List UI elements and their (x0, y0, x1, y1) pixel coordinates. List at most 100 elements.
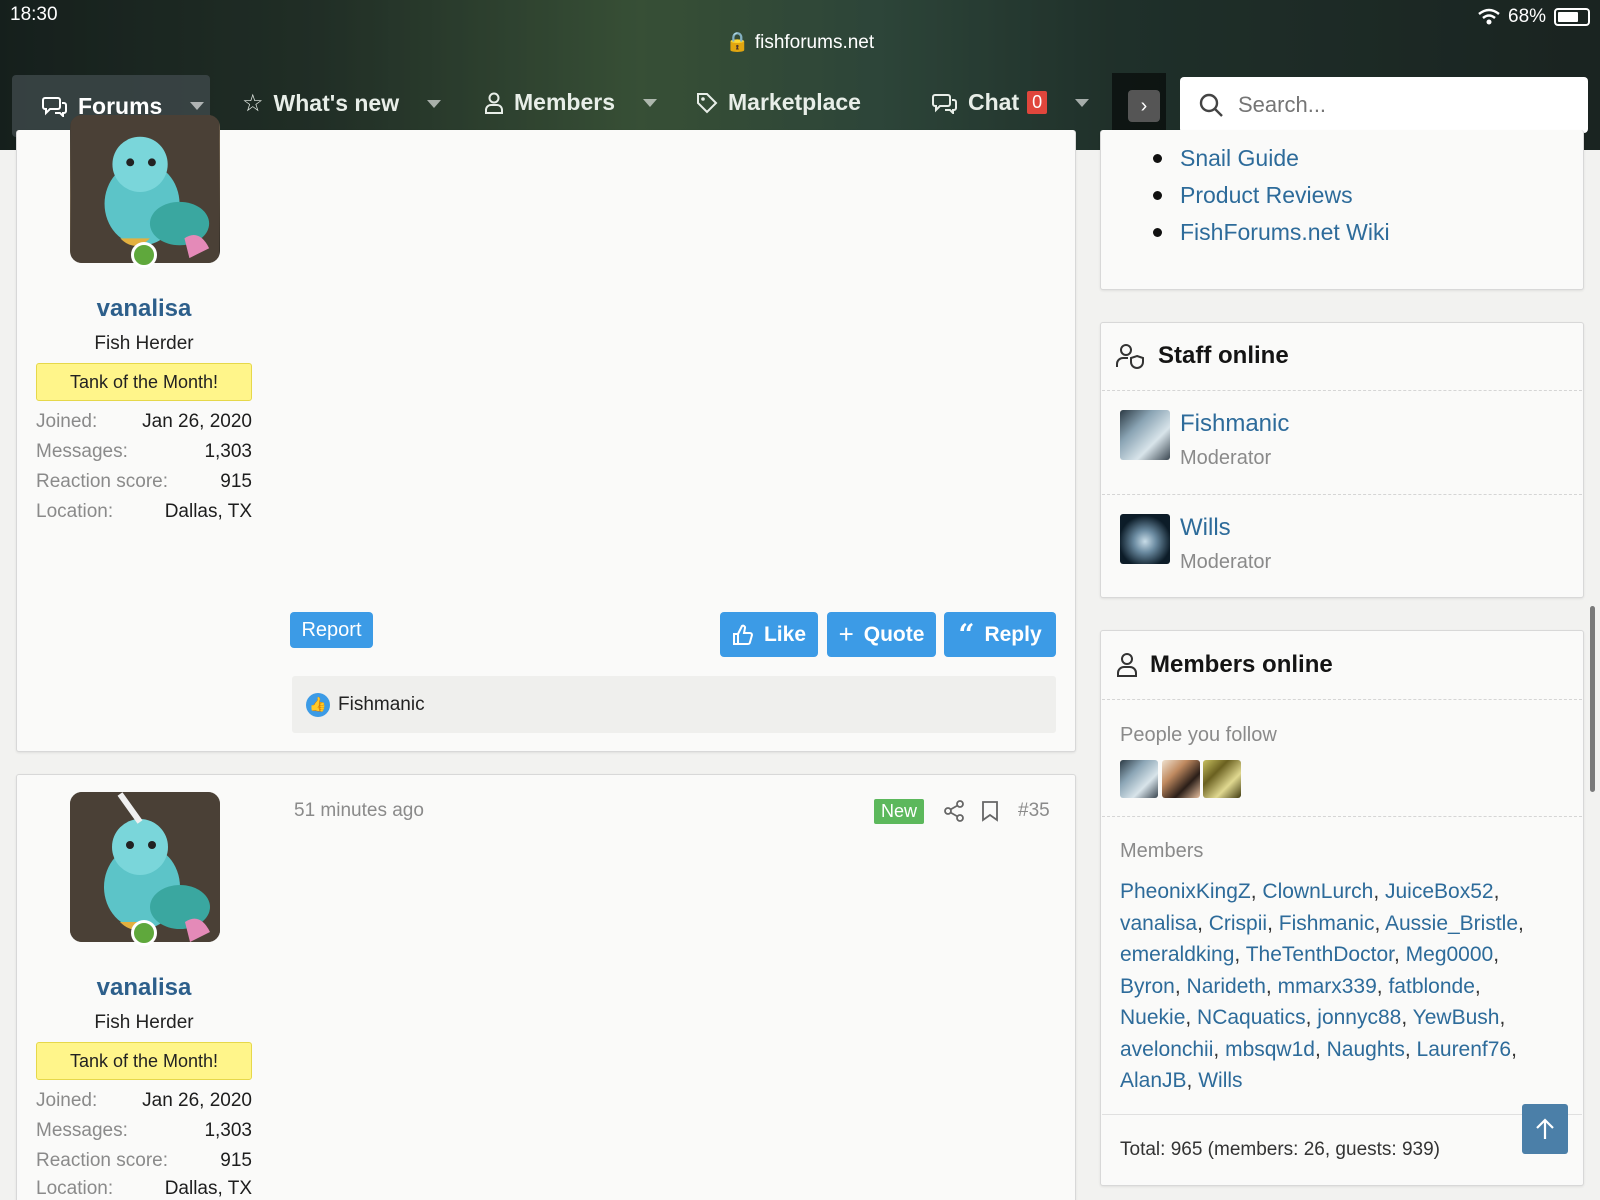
online-member-link[interactable]: JuiceBox52 (1385, 880, 1494, 903)
reaction-user[interactable]: Fishmanic (338, 694, 425, 716)
stat-reaction-score: Reaction score: 915 (36, 471, 252, 492)
chevron-down-icon[interactable] (1075, 98, 1090, 107)
thumbs-up-icon (732, 624, 753, 645)
online-member-link[interactable]: PheonixKingZ (1120, 880, 1251, 903)
plus-icon: + (838, 619, 854, 649)
online-member-link[interactable]: Wills (1198, 1069, 1242, 1092)
members-online-list: PheonixKingZ, ClownLurch, JuiceBox52, va… (1120, 880, 1524, 1092)
reactions-bar[interactable]: 👍 Fishmanic (292, 676, 1056, 733)
status-time: 18:30 (10, 4, 58, 25)
nav-members[interactable]: Members (484, 89, 657, 116)
stat-location: Location: Dallas, TX (36, 1178, 252, 1199)
chevron-right-icon: › (1128, 90, 1160, 122)
online-member-link[interactable]: Byron (1120, 975, 1175, 998)
staff-member-name[interactable]: Fishmanic (1180, 410, 1289, 438)
stat-messages: Messages: 1,303 (36, 441, 252, 462)
online-status-icon (131, 242, 157, 268)
online-member-link[interactable]: ClownLurch (1262, 880, 1373, 903)
nav-whats-new[interactable]: ☆ What's new (242, 89, 442, 118)
nav-marketplace[interactable]: Marketplace (696, 89, 861, 116)
sidebar-link-item: FishForums.net Wiki (1153, 214, 1390, 251)
search-box[interactable] (1180, 77, 1588, 133)
post-user-title: Fish Herder (94, 1012, 194, 1033)
post-username[interactable]: vanalisa (34, 974, 254, 1002)
people-you-follow-label: People you follow (1120, 724, 1277, 746)
online-member-link[interactable]: avelonchii (1120, 1038, 1213, 1061)
narwhal-avatar-icon (71, 115, 219, 263)
battery-icon (1554, 8, 1591, 26)
bookmark-icon[interactable] (981, 800, 999, 827)
post-username[interactable]: vanalisa (34, 295, 254, 323)
sidebar-link-list: Snail Guide Product Reviews FishForums.n… (1153, 140, 1390, 251)
online-member-link[interactable]: Naughts (1327, 1038, 1405, 1061)
online-member-link[interactable]: mmarx339 (1278, 975, 1377, 998)
online-member-link[interactable]: mbsqw1d (1225, 1038, 1315, 1061)
url-bar[interactable]: 🔒 fishforums.net (0, 30, 1600, 54)
followed-avatar[interactable] (1203, 760, 1241, 798)
star-icon: ☆ (242, 90, 264, 117)
status-right: 68% (1478, 6, 1591, 28)
user-banner: Tank of the Month! (36, 363, 252, 401)
quote-marks-icon: “ (958, 618, 975, 651)
like-button[interactable]: Like (720, 612, 818, 657)
avatar[interactable] (70, 115, 220, 263)
user-banner: Tank of the Month! (36, 1042, 252, 1080)
stat-reaction-score: Reaction score: 915 (36, 1150, 252, 1171)
members-label: Members (1120, 840, 1204, 862)
post-user-title: Fish Herder (94, 333, 194, 354)
arrow-up-icon (1536, 1118, 1554, 1139)
tag-icon (697, 92, 718, 113)
new-badge: New (874, 799, 925, 824)
online-member-link[interactable]: fatblonde (1388, 975, 1474, 998)
online-member-link[interactable]: Fishmanic (1279, 912, 1375, 935)
online-member-link[interactable]: AlanJB (1120, 1069, 1187, 1092)
wifi-icon (1478, 8, 1500, 25)
members-online-title: Members online (1116, 651, 1333, 679)
post-number[interactable]: #35 (1018, 800, 1050, 822)
quote-button[interactable]: + Quote (827, 612, 936, 657)
avatar[interactable] (1120, 514, 1170, 564)
report-button[interactable]: Report (290, 612, 373, 648)
link-product-reviews[interactable]: Product Reviews (1180, 182, 1353, 209)
sidebar-link-item: Product Reviews (1153, 177, 1390, 214)
battery-percent: 68% (1508, 6, 1547, 27)
online-member-link[interactable]: jonnyc88 (1317, 1006, 1401, 1029)
like-reaction-icon: 👍 (306, 692, 330, 717)
stat-joined: Joined: Jan 26, 2020 (36, 411, 252, 432)
followed-avatar[interactable] (1120, 760, 1158, 798)
nav-chat[interactable]: Chat 0 (932, 89, 1090, 116)
user-icon (1117, 653, 1137, 677)
online-member-link[interactable]: vanalisa (1120, 912, 1197, 935)
followed-avatar[interactable] (1162, 760, 1200, 798)
reply-button[interactable]: “ Reply (944, 612, 1056, 657)
post-time[interactable]: 51 minutes ago (294, 800, 424, 822)
chevron-down-icon[interactable] (642, 98, 657, 107)
chevron-down-icon[interactable] (190, 102, 205, 110)
stat-messages: Messages: 1,303 (36, 1120, 252, 1141)
chat-count-badge: 0 (1027, 91, 1048, 114)
staff-member-role: Moderator (1180, 551, 1272, 573)
online-member-link[interactable]: NCaquatics (1197, 1006, 1306, 1029)
online-member-link[interactable]: Narideth (1187, 975, 1266, 998)
online-member-link[interactable]: Meg0000 (1406, 943, 1494, 966)
online-member-link[interactable]: TheTenthDoctor (1246, 943, 1394, 966)
link-fishforums-wiki[interactable]: FishForums.net Wiki (1180, 219, 1390, 246)
online-member-link[interactable]: Crispii (1209, 912, 1267, 935)
online-member-link[interactable]: YewBush (1413, 1006, 1500, 1029)
staff-shield-icon (1116, 344, 1144, 369)
search-input[interactable] (1238, 92, 1558, 118)
search-icon (1199, 93, 1223, 117)
share-icon[interactable] (943, 800, 965, 827)
scroll-to-top-button[interactable] (1522, 1104, 1568, 1154)
lock-icon: 🔒 (725, 32, 750, 53)
online-member-link[interactable]: Laurenf76 (1417, 1038, 1512, 1061)
avatar[interactable] (1120, 410, 1170, 460)
page-scrollbar[interactable] (1590, 606, 1595, 792)
online-member-link[interactable]: Nuekie (1120, 1006, 1185, 1029)
staff-member-role: Moderator (1180, 447, 1272, 469)
staff-member-name[interactable]: Wills (1180, 514, 1231, 542)
chevron-down-icon[interactable] (427, 99, 442, 108)
members-total: Total: 965 (members: 26, guests: 939) (1120, 1139, 1440, 1160)
online-member-link[interactable]: emeraldking (1120, 943, 1234, 966)
online-member-link[interactable]: Aussie_Bristle (1385, 912, 1518, 935)
